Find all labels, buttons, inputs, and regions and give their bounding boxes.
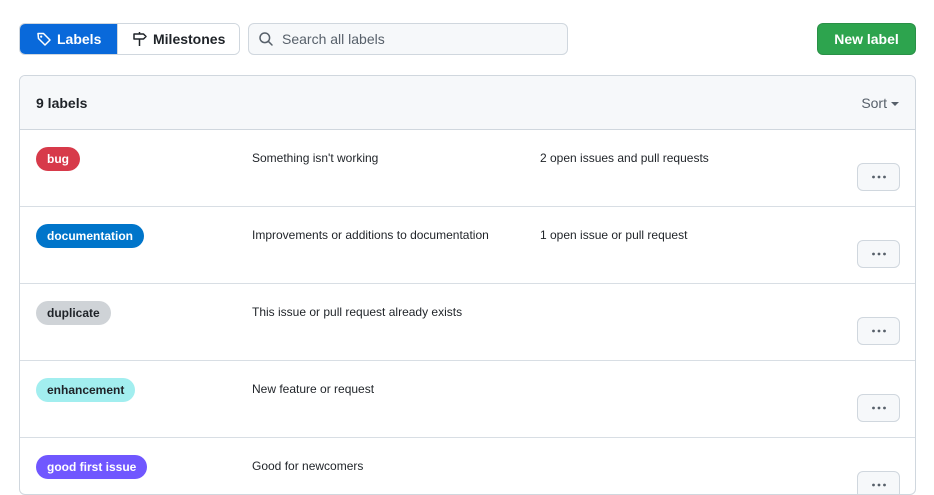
tag-icon: [37, 32, 51, 46]
new-label-button[interactable]: New label: [817, 23, 916, 55]
search-icon: [259, 32, 273, 46]
label-actions-button[interactable]: [857, 317, 900, 345]
tab-milestones[interactable]: Milestones: [117, 24, 239, 54]
label-row: bug Something isn't working 2 open issues …: [20, 130, 915, 207]
label-actions-button[interactable]: [857, 240, 900, 268]
tab-milestones-text: Milestones: [153, 31, 226, 47]
label-description: This issue or pull request already exist…: [252, 305, 463, 319]
label-pill[interactable]: enhancement: [36, 378, 136, 402]
labels-rows: bug Something isn't working 2 open issues …: [20, 130, 915, 494]
label-row: enhancement New feature or request: [20, 361, 915, 438]
labels-list-header: 9 labels Sort: [20, 76, 915, 130]
sort-label: Sort: [861, 94, 887, 111]
label-row: documentation Improvements or additions t…: [20, 207, 915, 284]
label-row: good first issue Good for newcomers: [20, 438, 915, 494]
labels-milestones-switcher: Labels Milestones: [19, 23, 240, 55]
tab-labels-text: Labels: [57, 31, 102, 47]
label-actions-button[interactable]: [857, 471, 900, 494]
label-pill[interactable]: documentation: [36, 224, 144, 248]
labels-toolbar: Labels Milestones New label: [19, 23, 916, 55]
tab-labels[interactable]: Labels: [20, 24, 117, 54]
label-open-issues-link[interactable]: 2 open issues and pull requests: [540, 151, 709, 165]
kebab-horizontal-icon: [871, 329, 886, 333]
label-pill[interactable]: bug: [36, 147, 80, 171]
labels-list: 9 labels Sort bug Something isn't working…: [19, 75, 916, 495]
sort-dropdown[interactable]: Sort: [861, 95, 899, 111]
search-box: [248, 23, 568, 55]
kebab-horizontal-icon: [871, 406, 886, 410]
label-pill[interactable]: good first issue: [36, 455, 148, 479]
kebab-horizontal-icon: [871, 175, 886, 179]
label-description: Improvements or additions to documentati…: [252, 228, 489, 242]
label-pill[interactable]: duplicate: [36, 301, 111, 325]
labels-count: 9 labels: [36, 94, 88, 111]
label-actions-button[interactable]: [857, 394, 900, 422]
label-actions-button[interactable]: [857, 163, 900, 191]
milestone-icon: [133, 32, 147, 46]
search-input[interactable]: [282, 31, 562, 47]
label-open-issues-link[interactable]: 1 open issue or pull request: [540, 228, 687, 242]
triangle-down-icon: [891, 101, 899, 106]
label-description: Something isn't working: [252, 151, 379, 165]
label-row: duplicate This issue or pull request alre…: [20, 284, 915, 361]
kebab-horizontal-icon: [871, 483, 886, 487]
kebab-horizontal-icon: [871, 252, 886, 256]
label-description: New feature or request: [252, 382, 375, 396]
